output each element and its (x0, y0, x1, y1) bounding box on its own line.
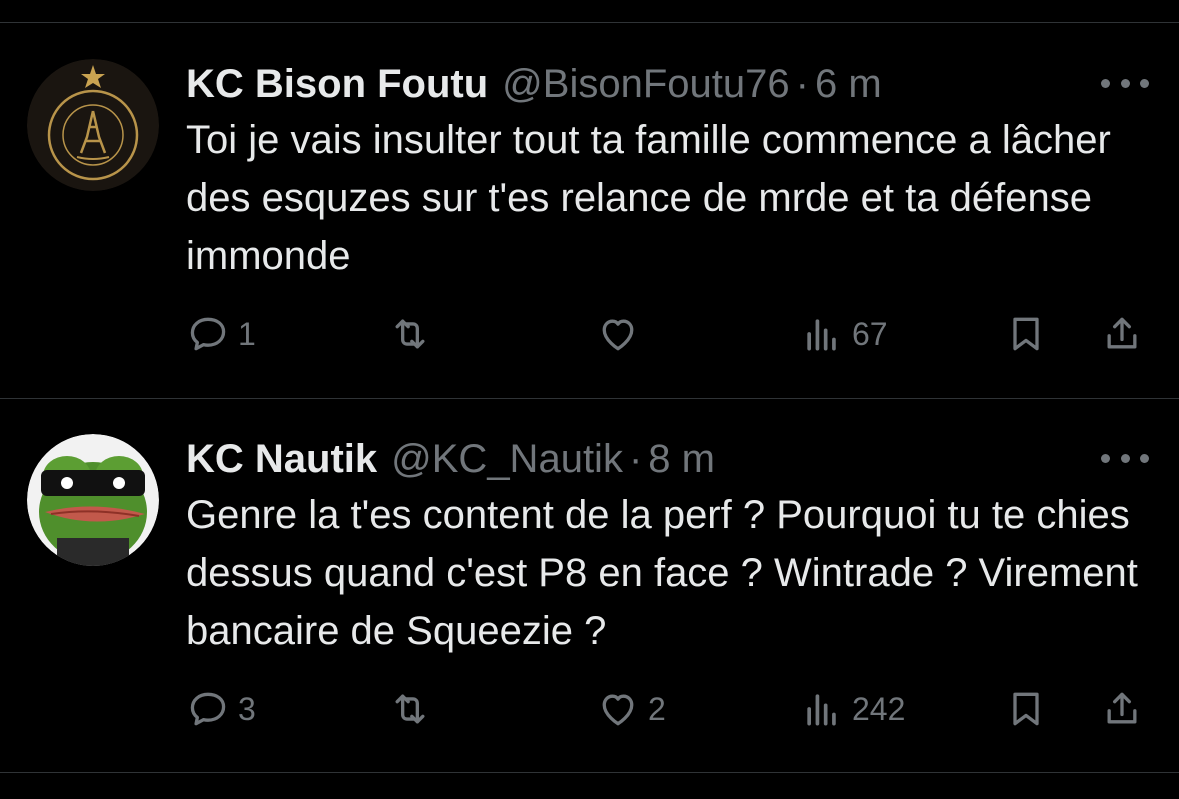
views-count: 242 (852, 690, 906, 727)
reply-count: 1 (238, 315, 256, 352)
heart-icon (602, 319, 634, 351)
timeline: KC Bison Foutu @BisonFoutu76 · 6 m Toi j… (0, 0, 1179, 799)
like-button[interactable] (596, 309, 640, 359)
timestamp[interactable]: 6 m (815, 62, 882, 107)
avatar[interactable] (27, 59, 159, 191)
user-handle[interactable]: @BisonFoutu76 (502, 62, 789, 107)
user-handle[interactable]: @KC_Nautik (391, 437, 623, 482)
pepe-frog-sunglasses-avatar (27, 434, 159, 566)
reply-icon (190, 692, 226, 726)
share-icon (1107, 692, 1137, 724)
views-count: 67 (852, 315, 888, 352)
display-name[interactable]: KC Bison Foutu (186, 62, 488, 107)
retweet-icon (395, 319, 425, 349)
views-button[interactable]: 242 (800, 684, 905, 734)
divider (0, 772, 1179, 773)
share-button[interactable] (1100, 684, 1144, 734)
tweet[interactable]: KC Bison Foutu @BisonFoutu76 · 6 m Toi j… (0, 57, 1179, 398)
more-icon[interactable] (1101, 446, 1149, 470)
separator: · (795, 61, 809, 106)
tweet[interactable]: KC Nautik @KC_Nautik · 8 m Genre la t'es… (0, 432, 1179, 772)
bookmark-button[interactable] (1004, 684, 1048, 734)
action-bar: 1 67 (186, 309, 1151, 359)
reply-button[interactable]: 3 (186, 684, 256, 734)
divider (0, 398, 1179, 399)
action-bar: 3 2 242 (186, 684, 1151, 734)
reply-button[interactable]: 1 (186, 309, 256, 359)
more-icon[interactable] (1101, 71, 1149, 95)
bookmark-button[interactable] (1004, 309, 1048, 359)
display-name[interactable]: KC Nautik (186, 437, 377, 482)
views-button[interactable]: 67 (800, 309, 888, 359)
views-icon (807, 694, 836, 726)
retweet-button[interactable] (388, 684, 432, 734)
share-icon (1107, 317, 1137, 349)
reply-count: 3 (238, 690, 256, 727)
retweet-button[interactable] (388, 309, 432, 359)
tweet-header: KC Bison Foutu @BisonFoutu76 · 6 m (186, 57, 882, 111)
avatar[interactable] (27, 434, 159, 566)
separator: · (628, 436, 643, 481)
share-button[interactable] (1100, 309, 1144, 359)
tweet-text: Genre la t'es content de la perf ? Pourq… (186, 493, 1138, 653)
divider (0, 22, 1179, 23)
reply-icon (190, 317, 226, 351)
views-icon (807, 319, 836, 351)
tweet-header: KC Nautik @KC_Nautik · 8 m (186, 432, 715, 486)
retweet-icon (395, 694, 425, 724)
like-button[interactable]: 2 (596, 684, 666, 734)
like-count: 2 (648, 690, 666, 727)
heart-icon (602, 694, 634, 726)
timestamp[interactable]: 8 m (648, 437, 715, 482)
bookmark-icon (1013, 692, 1039, 726)
bookmark-icon (1013, 317, 1039, 351)
psg-crest-avatar (27, 59, 159, 191)
tweet-text: Toi je vais insulter tout ta famille com… (186, 118, 1111, 278)
